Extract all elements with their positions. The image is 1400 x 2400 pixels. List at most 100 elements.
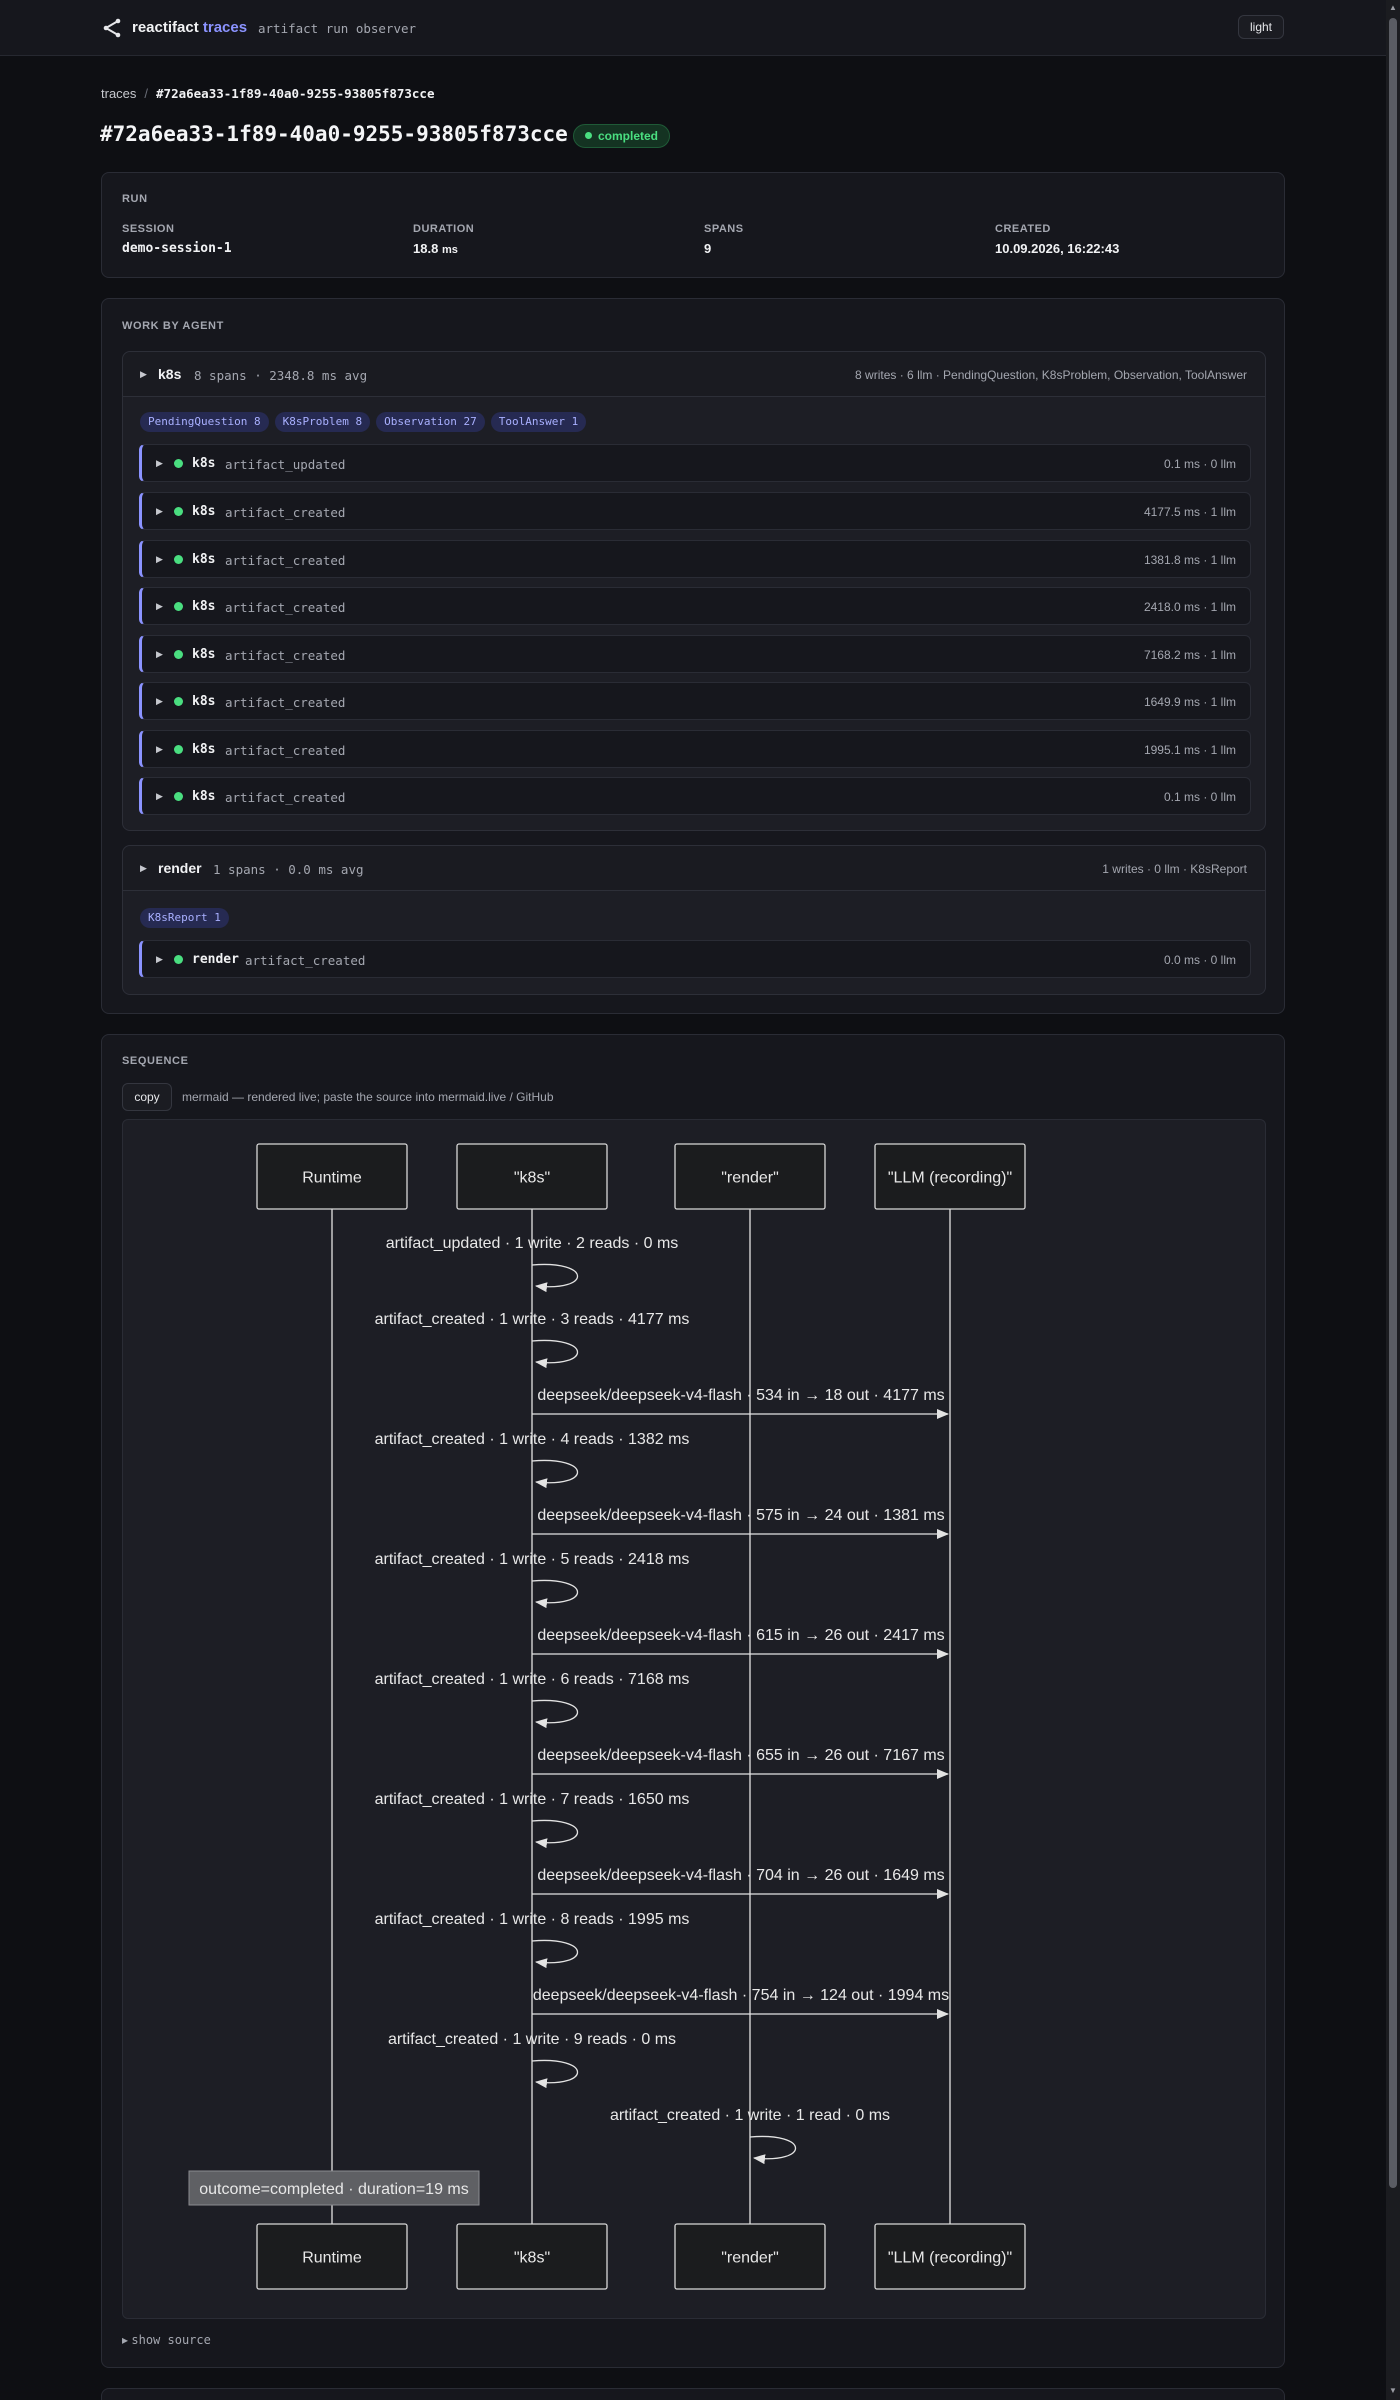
artifact-tag: Observation 27 — [376, 412, 485, 432]
message-label: deepseek/deepseek-v4-flash · 655 in → 26… — [537, 1747, 944, 1764]
self-call-arrow — [531, 1339, 579, 1369]
show-source-toggle[interactable]: ▸ show source — [122, 2333, 211, 2347]
page-scrollbar[interactable]: ▲ ▼ — [1386, 0, 1400, 2400]
duration-value: 18.8 — [413, 241, 439, 256]
brand-name[interactable]: reactifact traces — [132, 19, 247, 36]
span-row[interactable]: ▶ k8s artifact_created 1649.9 ms · 1 llm — [139, 682, 1251, 720]
message-label: artifact_created · 1 write · 5 reads · 2… — [375, 1551, 690, 1568]
span-meta: 7168.2 ms · 1 llm — [1143, 648, 1236, 662]
sequence-card: SEQUENCE copy mermaid — rendered live; p… — [101, 1034, 1285, 2368]
span-row[interactable]: ▶ k8s artifact_created 0.1 ms · 0 llm — [139, 777, 1251, 815]
span-agent-name: k8s — [192, 456, 216, 471]
breadcrumb: traces / #72a6ea33-1f89-40a0-9255-93805f87… — [101, 86, 434, 101]
agent-header[interactable]: ▶ render 1 spans · 0.0 ms avg 1 writes ·… — [123, 846, 1265, 891]
caret-right-icon: ▸ — [122, 2333, 129, 2347]
scroll-up-icon[interactable]: ▲ — [1388, 3, 1398, 12]
status-dot-icon — [174, 602, 183, 611]
caret-right-icon: ▶ — [156, 458, 163, 468]
span-meta: 1381.8 ms · 1 llm — [1143, 553, 1236, 567]
span-agent-name: k8s — [192, 552, 216, 567]
theme-toggle-button[interactable]: light — [1238, 15, 1284, 39]
agent-group-render: ▶ render 1 spans · 0.0 ms avg 1 writes ·… — [122, 845, 1266, 995]
run-fields: SESSION demo-session-1 DURATION 18.8 ms … — [122, 223, 1266, 263]
caret-right-icon: ▶ — [156, 744, 163, 754]
duration-unit: ms — [441, 244, 458, 256]
span-row[interactable]: ▶ k8s artifact_created 1995.1 ms · 1 llm — [139, 730, 1251, 768]
run-field-created: CREATED 10.09.2026, 16:22:43 — [995, 223, 1275, 256]
span-agent-name: k8s — [192, 789, 216, 804]
status-dot-icon — [174, 745, 183, 754]
span-meta: 4177.5 ms · 1 llm — [1143, 505, 1236, 519]
participant-label: "k8s" — [514, 2250, 550, 2267]
span-meta: 0.0 ms · 0 llm — [1163, 953, 1236, 967]
participant-label: Runtime — [302, 1170, 362, 1187]
top-bar: reactifact traces artifact run observer … — [0, 0, 1386, 56]
copy-button[interactable]: copy — [122, 1083, 172, 1111]
participant-label: "LLM (recording)" — [888, 1170, 1012, 1187]
span-kind: artifact_created — [245, 953, 366, 968]
span-agent-name: k8s — [192, 504, 216, 519]
sequence-diagram-svg: artifact_updated · 1 write · 2 reads · 0… — [188, 1143, 1026, 2290]
span-row[interactable]: ▶ render artifact_created 0.0 ms · 0 llm — [139, 940, 1251, 978]
work-by-agent-card: WORK BY AGENT ▶ k8s 8 spans · 2348.8 ms … — [101, 298, 1285, 1014]
span-meta: 1649.9 ms · 1 llm — [1143, 695, 1236, 709]
status-dot-icon — [174, 792, 183, 801]
self-call-arrow — [531, 2059, 579, 2089]
span-row[interactable]: ▶ k8s artifact_created 1381.8 ms · 1 llm — [139, 540, 1251, 578]
message-label: artifact_updated · 1 write · 2 reads · 0… — [386, 1235, 679, 1252]
span-row[interactable]: ▶ k8s artifact_updated 0.1 ms · 0 llm — [139, 444, 1251, 482]
share-nodes-icon[interactable] — [101, 17, 123, 39]
span-kind: artifact_created — [225, 743, 346, 758]
span-agent-name: k8s — [192, 742, 216, 757]
message-label: artifact_created · 1 write · 9 reads · 0… — [388, 2031, 676, 2048]
agent-stats: 8 spans · 2348.8 ms avg — [194, 368, 368, 383]
participant-label: "k8s" — [514, 1170, 550, 1187]
span-agent-name: k8s — [192, 694, 216, 709]
next-card — [101, 2388, 1285, 2400]
agent-name: render — [158, 860, 202, 876]
participant-label: "LLM (recording)" — [888, 2250, 1012, 2267]
brand-name-accent: traces — [202, 19, 248, 36]
span-row[interactable]: ▶ k8s artifact_created 2418.0 ms · 1 llm — [139, 587, 1251, 625]
message-label: artifact_created · 1 write · 8 reads · 1… — [375, 1911, 690, 1928]
breadcrumb-link-traces[interactable]: traces — [101, 86, 136, 101]
run-field-session: SESSION demo-session-1 — [122, 223, 402, 256]
run-field-value: 10.09.2026, 16:22:43 — [995, 241, 1120, 256]
self-call-arrow — [531, 1939, 579, 1969]
work-card-label: WORK BY AGENT — [122, 320, 224, 332]
span-kind: artifact_created — [225, 553, 346, 568]
span-kind: artifact_created — [225, 695, 346, 710]
self-call-arrow — [749, 2135, 797, 2165]
self-call-arrow — [531, 1579, 579, 1609]
message-label: deepseek/deepseek-v4-flash · 704 in → 26… — [537, 1867, 944, 1884]
status-dot-icon — [174, 955, 183, 964]
message-label: deepseek/deepseek-v4-flash · 534 in → 18… — [537, 1387, 944, 1404]
run-field-key: CREATED — [995, 223, 1051, 235]
self-call-arrow — [531, 1459, 579, 1489]
message-label: artifact_created · 1 write · 6 reads · 7… — [375, 1671, 690, 1688]
participant-label: "render" — [721, 1170, 779, 1187]
run-card: RUN SESSION demo-session-1 DURATION 18.8… — [101, 172, 1285, 278]
run-field-key: SESSION — [122, 223, 175, 235]
run-field-key: DURATION — [413, 223, 475, 235]
status-dot-icon — [585, 132, 592, 139]
run-field-key: SPANS — [704, 223, 744, 235]
run-field-value: 18.8 ms — [413, 241, 693, 256]
run-field-duration: DURATION 18.8 ms — [413, 223, 693, 256]
status-dot-icon — [174, 459, 183, 468]
scrollbar-thumb[interactable] — [1389, 18, 1397, 2188]
scroll-down-icon[interactable]: ▼ — [1388, 2386, 1398, 2395]
brand-name-main: reactifact — [132, 19, 199, 36]
span-meta: 0.1 ms · 0 llm — [1163, 457, 1236, 471]
span-row[interactable]: ▶ k8s artifact_created 4177.5 ms · 1 llm — [139, 492, 1251, 530]
agent-header[interactable]: ▶ k8s 8 spans · 2348.8 ms avg 8 writes ·… — [123, 352, 1265, 397]
span-meta: 0.1 ms · 0 llm — [1163, 790, 1236, 804]
self-call-arrow — [531, 1699, 579, 1729]
run-field-value: 9 — [704, 241, 712, 256]
message-label: artifact_created · 1 write · 7 reads · 1… — [375, 1791, 690, 1808]
span-agent-name: k8s — [192, 599, 216, 614]
span-row[interactable]: ▶ k8s artifact_created 7168.2 ms · 1 llm — [139, 635, 1251, 673]
artifact-tags: K8sReport 1 — [140, 908, 235, 928]
span-kind: artifact_created — [225, 600, 346, 615]
message-label: deepseek/deepseek-v4-flash · 754 in → 12… — [533, 1987, 949, 2004]
